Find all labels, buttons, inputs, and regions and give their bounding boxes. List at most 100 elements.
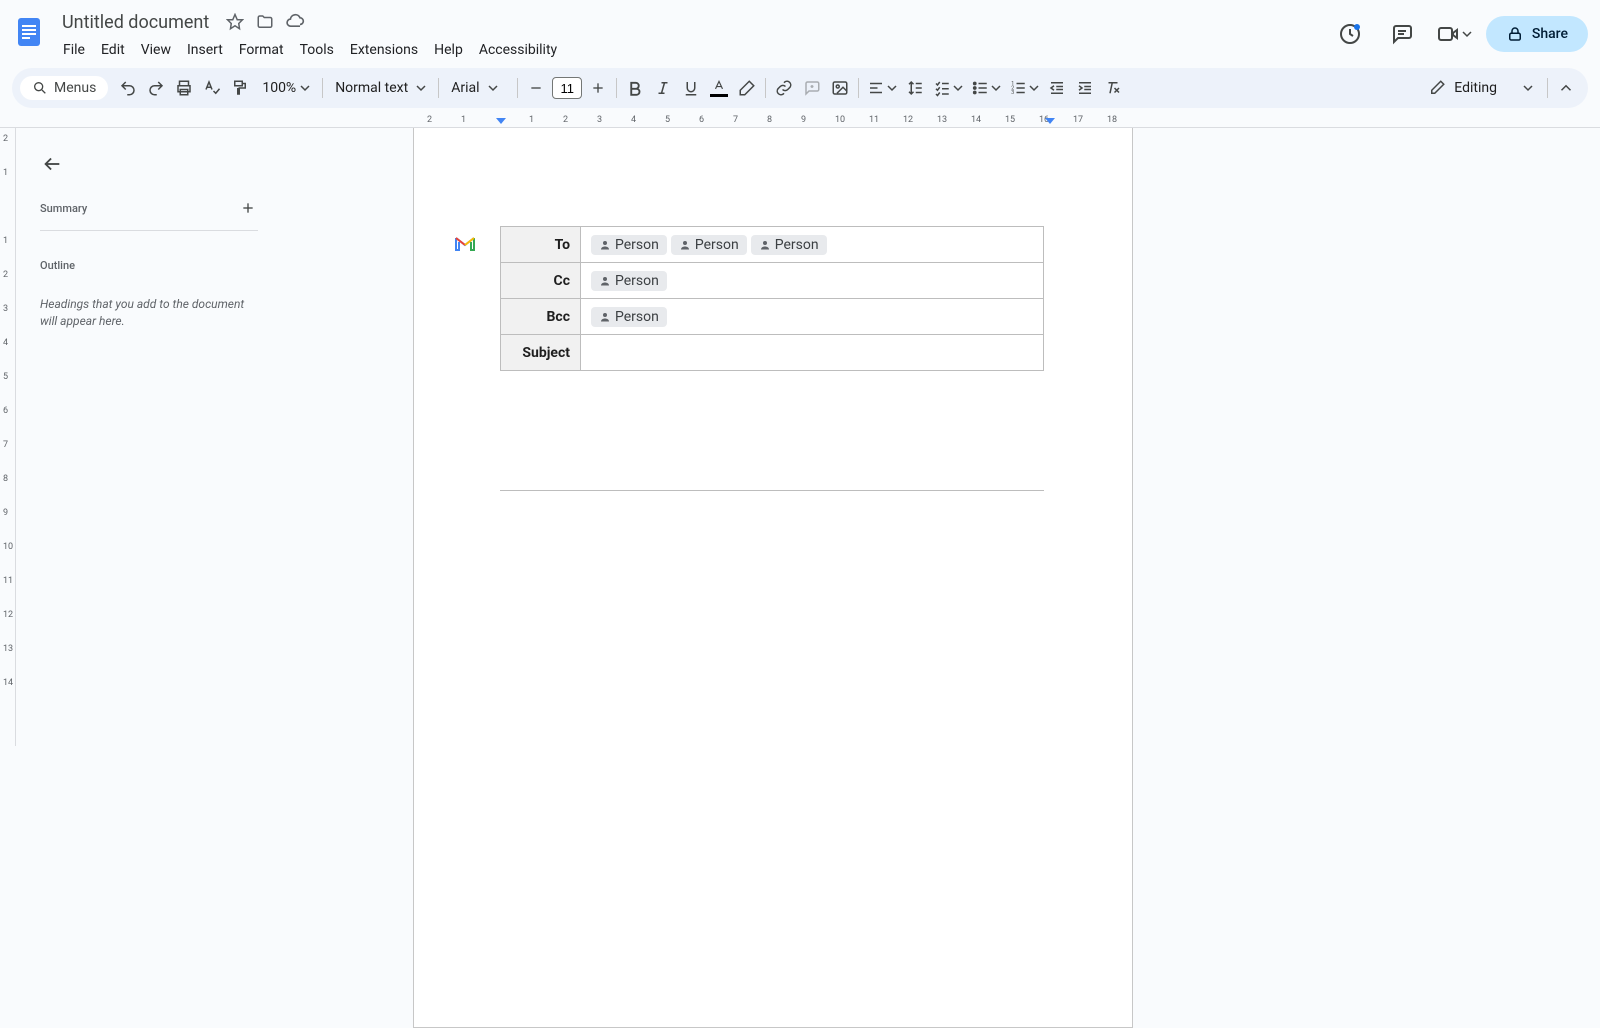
vertical-ruler[interactable]: 211234567891011121314 (0, 128, 16, 746)
email-field-label: To (501, 227, 581, 263)
text-color-button[interactable] (705, 74, 733, 102)
email-field-value[interactable]: Person (581, 263, 1044, 299)
menu-extensions[interactable]: Extensions (343, 38, 425, 62)
cloud-status-icon[interactable] (285, 12, 305, 32)
toolbar-container: Menus 100% Normal text Arial (0, 64, 1600, 108)
indent-marker-right[interactable] (1045, 118, 1055, 124)
increase-indent-button[interactable] (1071, 74, 1099, 102)
checklist-dropdown[interactable] (929, 74, 967, 102)
separator (438, 78, 439, 98)
menu-file[interactable]: File (56, 38, 92, 62)
gmail-icon (453, 232, 477, 256)
styles-value: Normal text (335, 80, 408, 96)
undo-button[interactable] (114, 74, 142, 102)
person-chip[interactable]: Person (591, 235, 667, 255)
email-field-label: Bcc (501, 299, 581, 335)
horizontal-ruler[interactable]: 21123456789101112131415161718 (0, 112, 1600, 128)
person-chip[interactable]: Person (751, 235, 827, 255)
email-field-value[interactable]: PersonPersonPerson (581, 227, 1044, 263)
separator (765, 78, 766, 98)
email-row: Bcc Person (501, 299, 1044, 335)
add-summary-button[interactable] (238, 198, 258, 218)
paint-format-button[interactable] (226, 74, 254, 102)
menubar: File Edit View Insert Format Tools Exten… (56, 36, 1330, 64)
menu-edit[interactable]: Edit (94, 38, 132, 62)
highlight-button[interactable] (733, 74, 761, 102)
menu-view[interactable]: View (134, 38, 178, 62)
page-area: ToPersonPersonPersonCcPersonBccPersonSub… (413, 128, 1600, 746)
email-draft-table[interactable]: ToPersonPersonPersonCcPersonBccPersonSub… (500, 226, 1044, 371)
menu-accessibility[interactable]: Accessibility (472, 38, 564, 62)
ruler-tick: 1 (3, 236, 8, 246)
menu-help[interactable]: Help (427, 38, 470, 62)
menus-search-label: Menus (54, 80, 96, 96)
share-button[interactable]: Share (1486, 16, 1588, 52)
bold-button[interactable] (621, 74, 649, 102)
menus-search[interactable]: Menus (20, 76, 108, 100)
ruler-tick: 11 (869, 115, 879, 125)
styles-dropdown[interactable]: Normal text (327, 80, 434, 96)
email-field-value[interactable]: Person (581, 299, 1044, 335)
decrease-indent-button[interactable] (1043, 74, 1071, 102)
increase-font-button[interactable] (584, 74, 612, 102)
menu-insert[interactable]: Insert (180, 38, 230, 62)
outline-hint: Headings that you add to the document wi… (40, 296, 258, 330)
svg-text:3: 3 (1011, 90, 1014, 96)
redo-button[interactable] (142, 74, 170, 102)
ruler-tick: 11 (3, 576, 13, 586)
numbered-list-dropdown[interactable]: 123 (1005, 74, 1043, 102)
ruler-tick: 1 (3, 168, 8, 178)
italic-button[interactable] (649, 74, 677, 102)
collapse-outline-button[interactable] (40, 152, 64, 176)
indent-marker-left[interactable] (496, 118, 506, 124)
star-icon[interactable] (225, 12, 245, 32)
ruler-tick: 9 (801, 115, 806, 125)
person-chip[interactable]: Person (671, 235, 747, 255)
comments-icon[interactable] (1382, 14, 1422, 54)
underline-button[interactable] (677, 74, 705, 102)
insert-image-button[interactable] (826, 74, 854, 102)
document-page[interactable]: ToPersonPersonPersonCcPersonBccPersonSub… (413, 128, 1133, 1028)
ruler-tick: 15 (1005, 115, 1015, 125)
align-dropdown[interactable] (863, 74, 901, 102)
email-field-value[interactable] (581, 335, 1044, 371)
decrease-font-button[interactable] (522, 74, 550, 102)
email-field-label: Cc (501, 263, 581, 299)
font-dropdown[interactable]: Arial (443, 80, 513, 96)
font-size-input[interactable] (552, 77, 582, 99)
summary-label: Summary (40, 202, 87, 215)
print-button[interactable] (170, 74, 198, 102)
person-chip[interactable]: Person (591, 271, 667, 291)
ruler-tick: 12 (3, 610, 13, 620)
header-actions: Share (1330, 14, 1588, 54)
separator (322, 78, 323, 98)
ruler-tick: 2 (563, 115, 568, 125)
ruler-tick: 14 (971, 115, 981, 125)
meet-icon[interactable] (1434, 14, 1474, 54)
ruler-tick: 10 (835, 115, 845, 125)
person-chip[interactable]: Person (591, 307, 667, 327)
version-history-icon[interactable] (1330, 14, 1370, 54)
ruler-tick: 1 (461, 115, 466, 125)
document-title[interactable]: Untitled document (56, 10, 215, 35)
move-icon[interactable] (255, 12, 275, 32)
hide-menus-button[interactable] (1552, 74, 1580, 102)
spellcheck-button[interactable] (198, 74, 226, 102)
zoom-dropdown[interactable]: 100% (254, 80, 318, 96)
menu-format[interactable]: Format (232, 38, 291, 62)
editing-mode-dropdown[interactable]: Editing (1418, 76, 1543, 100)
clear-formatting-button[interactable] (1099, 74, 1127, 102)
ruler-tick: 8 (767, 115, 772, 125)
insert-link-button[interactable] (770, 74, 798, 102)
insert-comment-button[interactable] (798, 74, 826, 102)
email-row: ToPersonPersonPerson (501, 227, 1044, 263)
line-spacing-button[interactable] (901, 74, 929, 102)
ruler-tick: 12 (903, 115, 913, 125)
docs-logo-icon[interactable] (12, 14, 48, 50)
bulleted-list-dropdown[interactable] (967, 74, 1005, 102)
share-label: Share (1532, 26, 1568, 42)
ruler-tick: 2 (427, 115, 432, 125)
menu-tools[interactable]: Tools (293, 38, 341, 62)
ruler-tick: 6 (699, 115, 704, 125)
ruler-tick: 17 (1073, 115, 1083, 125)
